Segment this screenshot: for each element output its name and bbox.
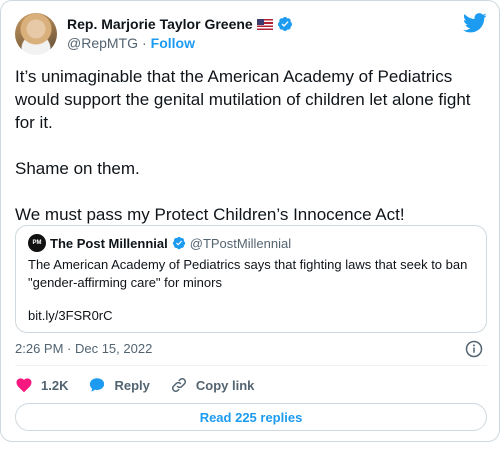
author-handle-row: @RepMTG · Follow (67, 35, 195, 51)
tweet-header: Rep. Marjorie Taylor Greene @RepMTG · Fo… (15, 13, 487, 57)
reply-button[interactable]: Reply (88, 376, 150, 394)
tweet-timestamp[interactable]: 2:26 PM · Dec 15, 2022 (15, 341, 152, 356)
handle-separator: · (142, 35, 147, 51)
follow-button[interactable]: Follow (151, 35, 195, 51)
quoted-author-name: The Post Millennial (50, 235, 168, 251)
like-button[interactable]: 1.2K (15, 376, 68, 394)
author-avatar[interactable] (15, 13, 57, 55)
divider (15, 365, 487, 366)
quoted-tweet[interactable]: PM The Post Millennial @TPostMillennial … (15, 225, 487, 333)
heart-icon (16, 378, 32, 393)
author-handle[interactable]: @RepMTG (67, 35, 138, 51)
us-flag-icon (256, 18, 273, 30)
author-name[interactable]: Rep. Marjorie Taylor Greene (67, 16, 253, 32)
tweet-actions: 1.2K Reply Copy link (15, 375, 274, 395)
verified-badge-icon (172, 236, 185, 250)
tweet-card: Rep. Marjorie Taylor Greene @RepMTG · Fo… (0, 0, 500, 442)
tweet-text: It’s unimaginable that the American Acad… (15, 67, 471, 224)
read-replies-button[interactable]: Read 225 replies (15, 403, 487, 431)
author-name-row: Rep. Marjorie Taylor Greene (67, 16, 293, 32)
quoted-tweet-text: The American Academy of Pediatrics says … (28, 257, 468, 290)
quoted-tweet-header: PM The Post Millennial @TPostMillennial (28, 234, 291, 252)
quoted-author-avatar: PM (28, 234, 46, 252)
info-icon[interactable] (465, 340, 483, 358)
like-count: 1.2K (41, 377, 69, 393)
quoted-tweet-link[interactable]: bit.ly/3FSR0rC (28, 308, 113, 323)
verified-badge-icon (277, 17, 292, 31)
twitter-bird-icon[interactable] (463, 13, 487, 33)
reply-label: Reply (114, 377, 150, 393)
link-icon (171, 377, 186, 393)
copy-link-button[interactable]: Copy link (170, 376, 255, 394)
quoted-author-handle: @TPostMillennial (189, 235, 292, 251)
reply-bubble-icon (90, 378, 105, 392)
copy-link-label: Copy link (195, 377, 255, 393)
